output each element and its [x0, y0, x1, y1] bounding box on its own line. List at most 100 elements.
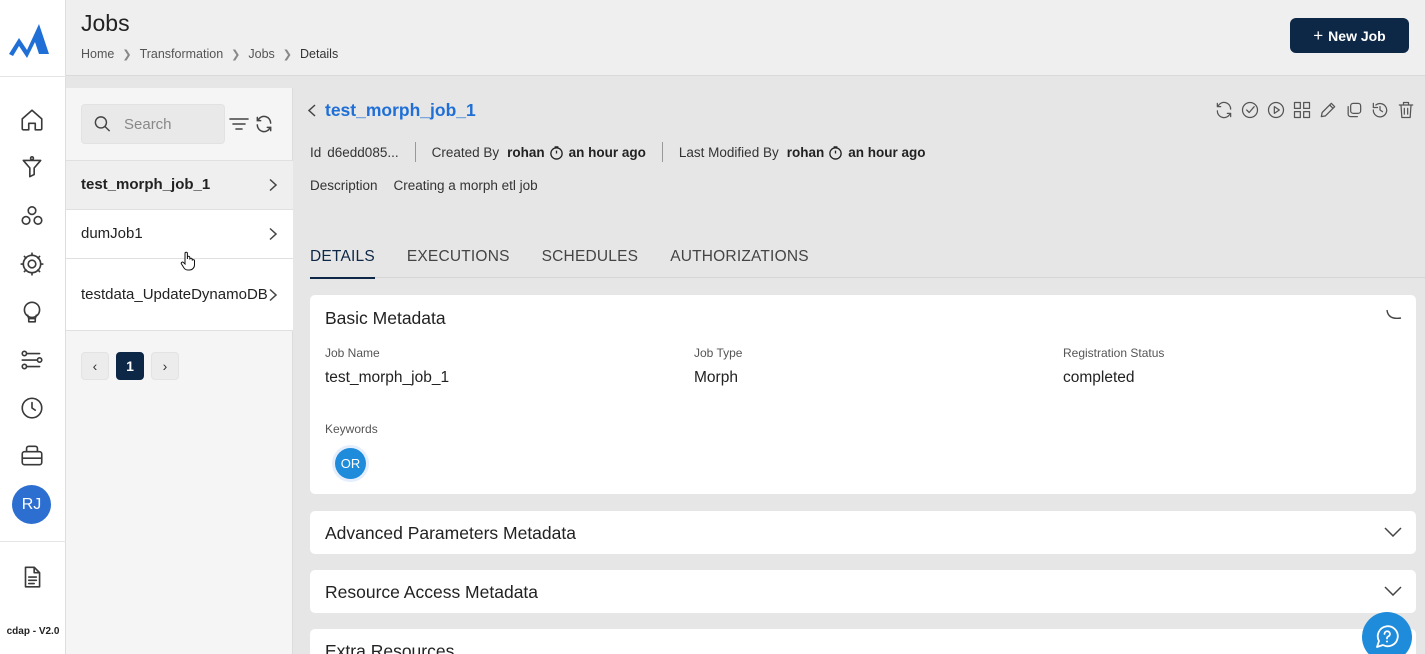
breadcrumb-jobs[interactable]: Jobs	[248, 47, 274, 61]
copy-icon[interactable]	[1344, 100, 1364, 120]
refresh-icon[interactable]	[254, 114, 274, 134]
resource-access-card[interactable]: Resource Access Metadata	[310, 570, 1416, 613]
modified-time: an hour ago	[848, 144, 926, 160]
job-meta: Id d6edd085... Created By rohan an hour …	[310, 142, 925, 162]
help-chat-icon	[1376, 625, 1399, 648]
job-name-label: Job Name	[325, 346, 380, 360]
divider	[0, 541, 66, 542]
job-name: testdata_UpdateDynamoDB	[81, 285, 268, 303]
grid-icon[interactable]	[1292, 100, 1312, 120]
lightbulb-icon[interactable]	[19, 299, 45, 325]
registration-status-label: Registration Status	[1063, 346, 1165, 360]
job-title-text: test_morph_job_1	[325, 100, 476, 120]
page-button[interactable]: 1	[116, 352, 144, 380]
modified-by-label: Last Modified By	[678, 144, 779, 160]
chevron-right-icon	[269, 227, 277, 241]
breadcrumb-details: Details	[300, 47, 339, 61]
breadcrumb-home[interactable]: Home	[81, 47, 114, 61]
keyword-chip: OR	[335, 448, 366, 479]
delete-icon[interactable]	[1396, 100, 1416, 120]
transformation-icon[interactable]	[19, 155, 45, 181]
breadcrumb-transformation[interactable]: Transformation	[140, 47, 224, 61]
clock-icon[interactable]	[19, 395, 45, 421]
job-name: dumJob1	[81, 225, 143, 242]
home-icon[interactable]	[19, 107, 45, 133]
settings-icon[interactable]	[19, 251, 45, 277]
chevron-down-icon[interactable]	[1384, 586, 1402, 596]
chevron-left-icon: ‹	[92, 358, 98, 374]
tab-authorizations[interactable]: AUTHORIZATIONS	[670, 238, 809, 278]
storage-icon[interactable]	[19, 443, 45, 469]
hand-cursor-icon	[180, 251, 195, 271]
timer-icon	[549, 145, 563, 160]
divider	[661, 142, 663, 162]
created-by-label: Created By	[431, 144, 500, 160]
created-by-value: rohan	[507, 144, 545, 160]
edit-icon[interactable]	[1318, 100, 1338, 120]
chevron-right-icon	[269, 178, 277, 192]
description-label: Description	[310, 178, 378, 193]
job-list-panel: test_morph_job_1 dumJob1 testdata_Update…	[66, 88, 293, 654]
pipeline-icon[interactable]	[19, 347, 45, 373]
job-details: test_morph_job_1 Id d6edd085... Created …	[294, 88, 1425, 654]
new-job-button[interactable]: + New Job	[1290, 18, 1409, 53]
extra-resources-card[interactable]: Extra Resources	[310, 629, 1416, 654]
refresh-icon[interactable]	[1214, 100, 1234, 120]
search-icon	[94, 116, 111, 132]
divider	[414, 142, 416, 162]
chevron-right-icon: ›	[162, 358, 168, 374]
chevron-right-icon	[269, 288, 277, 301]
detail-tabs: DETAILS EXECUTIONS SCHEDULES AUTHORIZATI…	[310, 238, 1425, 279]
keywords-label: Keywords	[325, 422, 378, 436]
job-list: test_morph_job_1 dumJob1 testdata_Update…	[66, 160, 293, 331]
tab-executions[interactable]: EXECUTIONS	[407, 238, 510, 278]
card-title: Resource Access Metadata	[325, 582, 539, 602]
history-icon[interactable]	[1370, 100, 1390, 120]
job-list-item[interactable]: test_morph_job_1	[66, 160, 293, 209]
page-title: Jobs	[81, 10, 130, 36]
back-icon[interactable]	[308, 104, 316, 117]
breadcrumb: Home ❯ Transformation ❯ Jobs ❯ Details	[81, 47, 338, 61]
search-input[interactable]	[124, 115, 224, 133]
sidebar: RJ cdap - V2.0	[0, 0, 66, 654]
plus-icon: +	[1313, 25, 1324, 45]
divider	[0, 76, 66, 77]
app-logo[interactable]	[5, 18, 53, 62]
job-type-value: Morph	[694, 369, 738, 386]
run-icon[interactable]	[1266, 100, 1286, 120]
app-version: cdap - V2.0	[6, 626, 60, 637]
clusters-icon[interactable]	[19, 203, 45, 229]
collapse-icon[interactable]	[1386, 309, 1402, 321]
card-title: Advanced Parameters Metadata	[325, 523, 576, 543]
pagination: ‹ 1 ›	[81, 352, 179, 380]
tab-details[interactable]: DETAILS	[310, 238, 375, 279]
job-name-value: test_morph_job_1	[325, 369, 450, 386]
job-name: test_morph_job_1	[81, 176, 211, 193]
document-icon[interactable]	[19, 564, 45, 590]
created-time: an hour ago	[568, 144, 646, 160]
id-label: Id	[310, 144, 322, 160]
user-avatar[interactable]: RJ	[12, 485, 51, 524]
description-value: Creating a morph etl job	[393, 178, 538, 193]
tab-schedules[interactable]: SCHEDULES	[542, 238, 639, 278]
check-icon[interactable]	[1240, 100, 1260, 120]
avatar-initials: RJ	[21, 495, 42, 513]
filter-icon[interactable]	[229, 115, 249, 133]
search-box	[81, 104, 225, 144]
chevron-right-icon: ❯	[231, 48, 241, 61]
job-actions	[1214, 100, 1416, 120]
page-header: Jobs Home ❯ Transformation ❯ Jobs ❯ Deta…	[66, 0, 1425, 76]
job-title: test_morph_job_1	[308, 100, 476, 121]
chevron-right-icon: ❯	[282, 48, 292, 61]
next-page-button[interactable]: ›	[151, 352, 179, 380]
advanced-parameters-card[interactable]: Advanced Parameters Metadata	[310, 511, 1416, 554]
card-title: Extra Resources	[325, 641, 455, 654]
help-button[interactable]	[1362, 612, 1412, 654]
job-type-label: Job Type	[694, 346, 743, 360]
timer-icon	[829, 145, 843, 160]
new-job-label: New Job	[1328, 27, 1386, 44]
chevron-down-icon[interactable]	[1384, 527, 1402, 537]
id-value[interactable]: d6edd085...	[327, 145, 398, 160]
basic-metadata-card: Basic Metadata Job Name test_morph_job_1…	[310, 295, 1416, 494]
prev-page-button[interactable]: ‹	[81, 352, 109, 380]
